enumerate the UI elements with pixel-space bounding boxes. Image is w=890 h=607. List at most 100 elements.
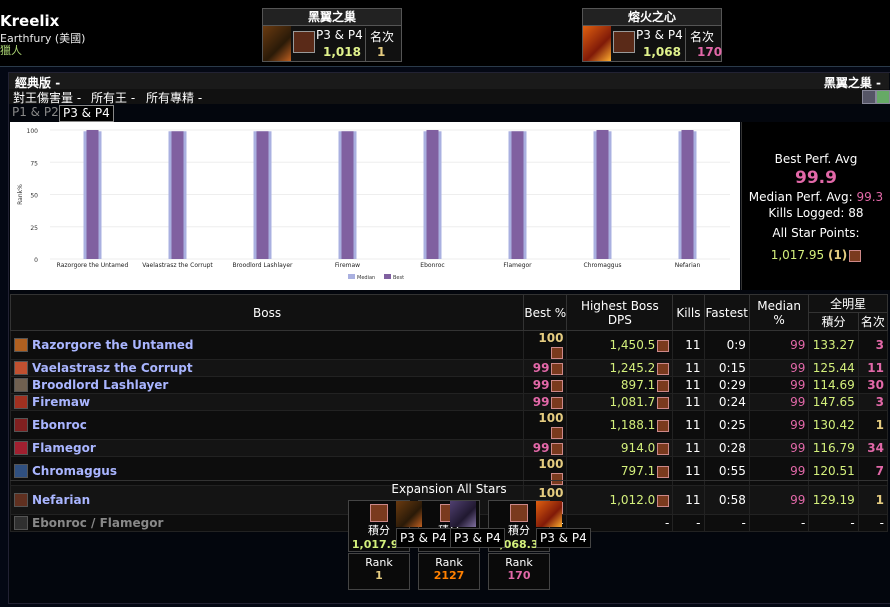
col-fastest[interactable]: Fastest	[703, 294, 750, 331]
character-class: 獵人	[0, 44, 22, 57]
boss-icon	[14, 464, 28, 479]
rank-value: 30	[857, 376, 889, 394]
table-row[interactable]: Razorgore the Untamed 100 1,450.5 11 0:9 99 13…	[9, 330, 889, 360]
boss-cell[interactable]: Broodlord Lashlayer	[9, 376, 525, 394]
zone-rank: 1	[377, 45, 386, 59]
log-icon[interactable]	[551, 396, 564, 409]
zone-summary-mc[interactable]: 熔火之心 P3 & P4 1,068 名次 170	[582, 8, 722, 62]
median-value: 99	[748, 439, 810, 457]
zone-rank: 170	[697, 45, 723, 59]
dps-value: 914.0	[620, 441, 656, 455]
table-row[interactable]: Flamegor 99 914.0 11 0:28 99 116.79 34	[9, 439, 889, 457]
col-kills[interactable]: Kills	[672, 294, 705, 331]
dps-cell: 1,188.1	[566, 410, 674, 440]
log-icon[interactable]	[657, 362, 670, 375]
boss-cell[interactable]: Vaelastrasz the Corrupt	[9, 359, 525, 377]
trophy-icon	[370, 504, 388, 522]
log-icon[interactable]	[657, 396, 670, 409]
performance-chart: 0 25 50 75 100 Rank% Razorgore the Untamed Vael…	[10, 122, 740, 290]
profile-header	[0, 0, 890, 67]
chart-bar-best	[341, 131, 354, 259]
points-value: 116.79	[808, 439, 859, 457]
col-points[interactable]: 積分	[808, 312, 859, 331]
trophy-icon	[613, 31, 635, 53]
col-best[interactable]: Best %	[523, 294, 568, 331]
col-rank[interactable]: 名次	[857, 312, 889, 331]
boss-name[interactable]: Broodlord Lashlayer	[32, 378, 168, 392]
best-percent: 100	[538, 331, 564, 345]
tab-p3-p4[interactable]: P3 & P4	[59, 105, 114, 122]
kills-value: 11	[672, 359, 705, 377]
points-value: -	[808, 514, 859, 532]
table-row[interactable]: Broodlord Lashlayer 99 897.1 11 0:29 99 114.69…	[9, 376, 889, 394]
log-icon[interactable]	[657, 339, 670, 352]
log-icon[interactable]	[551, 362, 564, 375]
rank-value: 1	[857, 410, 889, 440]
boss-icon	[14, 418, 28, 433]
boss-name[interactable]: Firemaw	[32, 395, 90, 409]
dps-value: 897.1	[620, 378, 656, 392]
chart-bar-best	[171, 131, 184, 259]
boss-icon	[14, 378, 28, 393]
zone-mc-icon	[536, 501, 562, 527]
boss-icon	[14, 361, 28, 376]
tab-p1-p2[interactable]: P1 & P2	[9, 105, 62, 120]
trophy-icon	[510, 504, 528, 522]
log-icon[interactable]	[551, 426, 564, 439]
x-tick-label: Flamegor	[503, 262, 532, 269]
table-row[interactable]: Firemaw 99 1,081.7 11 0:24 99 147.65 3	[9, 393, 889, 411]
boss-cell[interactable]: Firemaw	[9, 393, 525, 411]
best-cell: 99	[523, 376, 568, 394]
expansion-rank-2: Rank 2127	[418, 553, 480, 590]
dps-value: 1,450.5	[609, 338, 656, 352]
log-icon[interactable]	[657, 494, 670, 507]
col-dps[interactable]: Highest Boss DPS	[566, 294, 674, 331]
points-value: 147.65	[808, 393, 859, 411]
table-row[interactable]: Ebonroc 100 1,188.1 11 0:25 99 130.42 1	[9, 410, 889, 440]
log-icon[interactable]	[657, 442, 670, 455]
best-cell: 100	[523, 330, 568, 360]
median-value: 99	[748, 359, 810, 377]
dps-cell: 1,081.7	[566, 393, 674, 411]
fastest-value: 0:29	[703, 376, 750, 394]
rank-value: 1	[375, 569, 383, 582]
expansion-rank-3: Rank 170	[488, 553, 550, 590]
x-tick-label: Broodlord Lashlayer	[232, 262, 293, 269]
log-icon[interactable]	[657, 465, 670, 478]
kills-value: 11	[672, 410, 705, 440]
boss-name[interactable]: Ebonroc	[32, 418, 87, 432]
log-icon[interactable]	[551, 346, 564, 359]
boss-name[interactable]: Chromaggus	[32, 464, 117, 478]
boss-icon	[14, 441, 28, 456]
boss-table: Boss Best % Highest Boss DPS Kills Faste…	[9, 294, 889, 532]
col-boss[interactable]: Boss	[9, 294, 525, 331]
kills-logged: Kills Logged: 88	[768, 206, 864, 220]
y-tick-label: 25	[30, 225, 38, 232]
boss-name[interactable]: Razorgore the Untamed	[32, 338, 194, 352]
table-view-icon[interactable]	[862, 90, 876, 104]
boss-icon	[14, 516, 28, 531]
boss-cell[interactable]: Ebonroc	[9, 410, 525, 440]
log-icon[interactable]	[657, 419, 670, 432]
boss-name[interactable]: Ebonroc / Flamegor	[32, 516, 163, 530]
median-perf: Median Perf. Avg: 99.3	[748, 190, 884, 204]
boss-name[interactable]: Flamegor	[32, 441, 96, 455]
boss-name[interactable]: Vaelastrasz the Corrupt	[32, 361, 193, 375]
best-cell: 99	[523, 439, 568, 457]
col-median[interactable]: Median %	[748, 294, 810, 331]
log-icon[interactable]	[551, 379, 564, 392]
search-key-icon[interactable]	[876, 90, 890, 104]
log-icon[interactable]	[657, 379, 670, 392]
table-row[interactable]: Vaelastrasz the Corrupt 99 1,245.2 11 0:15 99…	[9, 359, 889, 377]
log-icon[interactable]	[551, 442, 564, 455]
best-percent: 99	[532, 378, 550, 392]
median-value: 99	[748, 330, 810, 360]
rank-value: 2127	[433, 569, 465, 582]
fastest-value: 0:9	[703, 330, 750, 360]
best-cell: 100	[523, 410, 568, 440]
rank-label: Rank	[505, 556, 533, 569]
dps-value: 797.1	[620, 464, 656, 478]
boss-cell[interactable]: Razorgore the Untamed	[9, 330, 525, 360]
zone-summary-bwl[interactable]: 黑翼之巢 P3 & P4 1,018 名次 1	[262, 8, 402, 62]
boss-cell[interactable]: Flamegor	[9, 439, 525, 457]
